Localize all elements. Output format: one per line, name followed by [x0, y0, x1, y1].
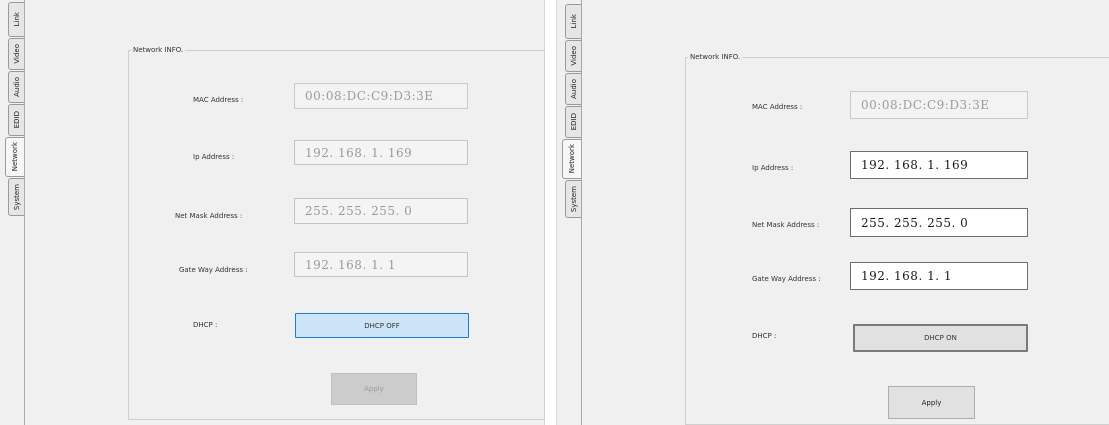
group-title: Network INFO. [131, 46, 186, 54]
net-mask-field[interactable]: 255. 255. 255. 0 [294, 198, 468, 224]
apply-button[interactable]: Apply [331, 373, 417, 405]
tab-link[interactable]: Link [8, 2, 24, 37]
gateway-field[interactable]: 192. 168. 1. 1 [294, 252, 468, 277]
network-settings-panel-dhcp-off: Link Video Audio EDID Network System Net… [0, 0, 545, 425]
tab-system[interactable]: System [565, 180, 581, 218]
tab-network[interactable]: Network [562, 139, 581, 179]
tab-network[interactable]: Network [5, 137, 24, 177]
net-mask-label: Net Mask Address : [752, 221, 820, 229]
tab-video[interactable]: Video [565, 40, 581, 72]
ip-address-label: Ip Address : [193, 153, 235, 161]
dhcp-toggle-button[interactable]: DHCP ON [853, 324, 1028, 352]
ip-address-label: Ip Address : [752, 164, 794, 172]
mac-address-field: 00:08:DC:C9:D3:3E [850, 91, 1028, 119]
network-info-group: Network INFO. MAC Address : 00:08:DC:C9:… [128, 46, 545, 420]
tab-strip-divider [24, 0, 25, 425]
ip-address-field[interactable]: 192. 168. 1. 169 [850, 151, 1028, 179]
tab-audio[interactable]: Audio [8, 71, 24, 103]
net-mask-field[interactable]: 255. 255. 255. 0 [850, 208, 1028, 237]
dhcp-label: DHCP : [752, 332, 777, 340]
gateway-label: Gate Way Address : [179, 266, 248, 274]
tab-system[interactable]: System [8, 178, 24, 216]
mac-address-field: 00:08:DC:C9:D3:3E [294, 83, 468, 109]
dhcp-label: DHCP : [193, 321, 218, 329]
tab-video[interactable]: Video [8, 38, 24, 70]
gateway-label: Gate Way Address : [752, 275, 821, 283]
net-mask-label: Net Mask Address : [175, 212, 243, 220]
network-info-group: Network INFO. MAC Address : 00:08:DC:C9:… [685, 53, 1109, 425]
tab-edid[interactable]: EDID [8, 104, 24, 136]
tab-edid[interactable]: EDID [565, 106, 581, 138]
network-settings-panel-dhcp-on: Link Video Audio EDID Network System Net… [556, 0, 1109, 425]
group-title: Network INFO. [688, 53, 743, 61]
dhcp-toggle-button[interactable]: DHCP OFF [295, 313, 469, 338]
gateway-field[interactable]: 192. 168. 1. 1 [850, 262, 1028, 290]
apply-button[interactable]: Apply [888, 386, 975, 419]
tab-audio[interactable]: Audio [565, 73, 581, 105]
mac-address-label: MAC Address : [752, 103, 803, 111]
tab-link[interactable]: Link [565, 4, 581, 39]
ip-address-field[interactable]: 192. 168. 1. 169 [294, 140, 468, 165]
tab-strip-divider [581, 0, 582, 425]
mac-address-label: MAC Address : [193, 96, 244, 104]
